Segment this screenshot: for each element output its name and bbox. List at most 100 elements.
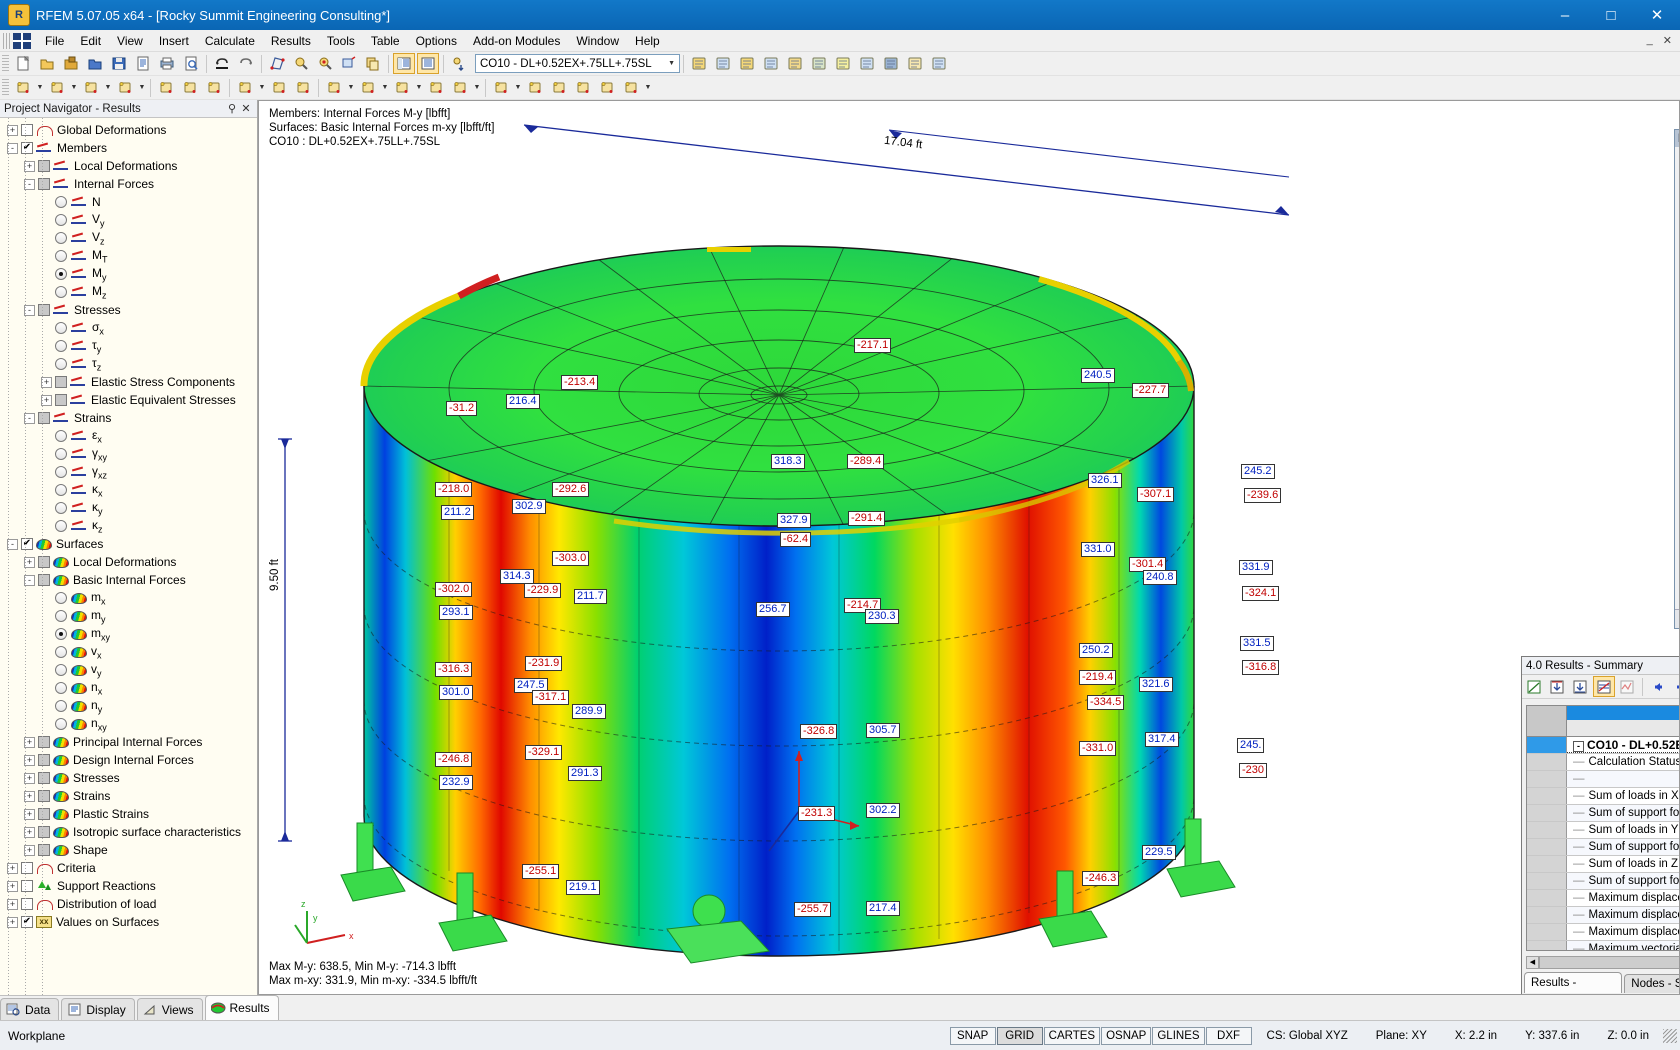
print-button[interactable]	[156, 53, 178, 74]
zoom-select-button[interactable]	[290, 53, 312, 74]
load-case-icon-button[interactable]	[448, 53, 470, 74]
mdi-close-button[interactable]: ✕	[1659, 34, 1676, 47]
row-index-cell[interactable]	[1527, 839, 1567, 855]
row-index-cell[interactable]	[1527, 788, 1567, 804]
close-button[interactable]: ✕	[1634, 0, 1680, 30]
tree-radio[interactable]	[55, 484, 67, 496]
support-icon[interactable]	[155, 77, 177, 98]
light-icon[interactable]	[832, 53, 854, 74]
tree-item-support-reactions[interactable]: + Support Reactions	[4, 877, 257, 895]
toolbar-grip-2[interactable]	[2, 78, 9, 97]
results-summary-window[interactable]: 4.0 Results - Summary ✕	[1521, 656, 1679, 994]
tree-radio[interactable]	[55, 358, 67, 370]
tree-checkbox[interactable]	[21, 862, 33, 874]
menu-item-file[interactable]: File	[37, 31, 72, 51]
nodal-support-dropdown-arrow[interactable]: ▼	[513, 77, 523, 98]
results-filter-button[interactable]	[1593, 676, 1615, 697]
zoom-all-button[interactable]	[314, 53, 336, 74]
solid-set-icon[interactable]	[425, 77, 447, 98]
hscroll-thumb[interactable]	[1539, 956, 1679, 969]
tree-radio[interactable]	[55, 448, 67, 460]
results-table-row[interactable]: —Sum of loads in X73-	[1527, 788, 1679, 805]
tree-checkbox[interactable]	[38, 790, 50, 802]
row-index-cell[interactable]	[1527, 856, 1567, 872]
results-table-row[interactable]: —Maximum displacement in X-direction68.	[1527, 890, 1679, 907]
menu-item-window[interactable]: Window	[568, 31, 627, 51]
tree-item-members[interactable]: - ✔ Members	[4, 139, 257, 157]
results-tab-results-summary[interactable]: Results - Summary	[1524, 972, 1623, 993]
select-window-icon[interactable]	[292, 77, 314, 98]
row-index-cell[interactable]	[1527, 924, 1567, 940]
results-graph-button[interactable]	[1523, 676, 1544, 697]
row-index-cell[interactable]	[1527, 805, 1567, 821]
tree-radio[interactable]	[55, 340, 67, 352]
render-mode-button[interactable]	[266, 53, 288, 74]
tree-radio[interactable]	[55, 646, 67, 658]
info-icon[interactable]	[904, 53, 926, 74]
status-toggle-osnap[interactable]: OSNAP	[1101, 1026, 1152, 1045]
redo-button[interactable]	[235, 53, 257, 74]
load-icon[interactable]	[234, 77, 256, 98]
tree-checkbox[interactable]	[38, 826, 50, 838]
menu-item-help[interactable]: Help	[627, 31, 668, 51]
menu-item-view[interactable]: View	[109, 31, 151, 51]
menu-item-edit[interactable]: Edit	[72, 31, 109, 51]
status-toggle-grid[interactable]: GRID	[996, 1026, 1043, 1045]
tree-radio[interactable]	[55, 700, 67, 712]
tree-checkbox[interactable]	[38, 178, 50, 190]
undo-button[interactable]	[211, 53, 233, 74]
navigator-close-icon[interactable]: ✕	[239, 102, 253, 115]
results-table-row[interactable]: —Maximum vectorial displacement70.	[1527, 941, 1679, 950]
tree-radio[interactable]	[55, 214, 67, 226]
tree-radio[interactable]	[55, 520, 67, 532]
model-viewport[interactable]: Members: Internal Forces M-y [lbfft] Sur…	[258, 100, 1680, 995]
calc-dropdown-arrow[interactable]: ▼	[643, 77, 653, 98]
tree-radio[interactable]	[55, 502, 67, 514]
menu-item-tools[interactable]: Tools	[319, 31, 363, 51]
save-button[interactable]	[108, 53, 130, 74]
help-icon[interactable]	[928, 53, 950, 74]
load-dropdown-arrow[interactable]: ▼	[257, 77, 267, 98]
wire-icon[interactable]	[808, 53, 830, 74]
row-index-cell[interactable]	[1527, 822, 1567, 838]
node-dropdown-arrow[interactable]: ▼	[35, 77, 45, 98]
dxf-icon[interactable]	[760, 53, 782, 74]
results-table-row[interactable]: —Sum of loads in Z-44	[1527, 856, 1679, 873]
tree-item-criteria[interactable]: + Criteria	[4, 859, 257, 877]
tree-checkbox[interactable]: ✔	[21, 916, 33, 928]
load-xx-icon[interactable]	[268, 77, 290, 98]
new-file-button[interactable]	[12, 53, 34, 74]
row-index-cell[interactable]	[1527, 737, 1567, 753]
node-icon[interactable]	[12, 77, 34, 98]
member-support-icon[interactable]	[179, 77, 201, 98]
rfem-mdi-icon[interactable]	[13, 32, 31, 49]
maximize-button[interactable]: □	[1588, 0, 1634, 30]
solid-dropdown-arrow[interactable]: ▼	[414, 77, 424, 98]
nav-tab-display[interactable]: Display	[61, 998, 135, 1020]
tree-radio[interactable]	[55, 322, 67, 334]
menu-item-results[interactable]: Results	[263, 31, 319, 51]
print-preview-list-button[interactable]	[132, 53, 154, 74]
row-index-cell[interactable]	[1527, 873, 1567, 889]
result-comb-icon[interactable]	[596, 77, 618, 98]
surface-new-dropdown-arrow[interactable]: ▼	[346, 77, 356, 98]
calc-icon[interactable]	[620, 77, 642, 98]
toolbar-grip[interactable]	[2, 54, 9, 73]
results-next-button[interactable]	[1670, 676, 1679, 697]
tree-radio[interactable]	[55, 592, 67, 604]
show-panel-button[interactable]	[417, 53, 439, 74]
view-icon[interactable]	[856, 53, 878, 74]
menu-item-table[interactable]: Table	[363, 31, 408, 51]
grid-col-A-header[interactable]: A	[1567, 706, 1679, 720]
tree-radio[interactable]	[55, 286, 67, 298]
nav-tab-data[interactable]: Data	[0, 998, 60, 1020]
tree-checkbox[interactable]	[38, 844, 50, 856]
results-table-row[interactable]: -CO10 - DL+0.52EX+.75LL+.75SL	[1527, 737, 1679, 754]
results-table-row[interactable]: —Calculation StatusThe maxi	[1527, 754, 1679, 771]
tree-checkbox[interactable]	[38, 574, 50, 586]
nav-tab-views[interactable]: Views	[136, 998, 203, 1020]
results-table-row[interactable]: —Maximum displacement in Z-direction-1.	[1527, 924, 1679, 941]
results-table-row[interactable]: —Sum of support forces in X73-	[1527, 805, 1679, 822]
grid-icon[interactable]	[712, 53, 734, 74]
tree-checkbox[interactable]	[38, 556, 50, 568]
